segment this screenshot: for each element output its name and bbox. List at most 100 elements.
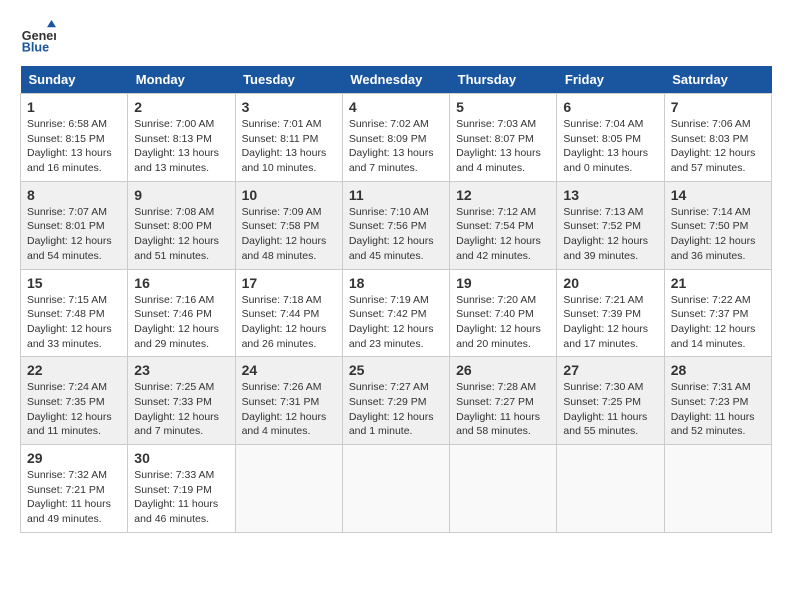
day-cell-17: 17Sunrise: 7:18 AMSunset: 7:44 PMDayligh… [235,269,342,357]
day-number: 2 [134,99,228,115]
day-number: 14 [671,187,765,203]
day-number: 1 [27,99,121,115]
day-info: Sunrise: 7:30 AMSunset: 7:25 PMDaylight:… [563,380,657,439]
day-cell-22: 22Sunrise: 7:24 AMSunset: 7:35 PMDayligh… [21,357,128,445]
day-cell-21: 21 Sunrise: 7:22 AMSunset: 7:37 PMDayligh… [664,269,771,357]
calendar-week-3: 15 Sunrise: 7:15 AMSunset: 7:48 PMDayligh… [21,269,772,357]
day-number: 5 [456,99,550,115]
day-info: Sunrise: 7:09 AMSunset: 7:58 PMDaylight:… [242,205,336,264]
logo-icon: General Blue [20,20,56,56]
empty-cell [450,445,557,533]
day-cell-16: 16 Sunrise: 7:16 AMSunset: 7:46 PMDayligh… [128,269,235,357]
empty-cell [342,445,449,533]
day-info: Sunrise: 7:32 AMSunset: 7:21 PMDaylight:… [27,468,121,527]
day-number: 11 [349,187,443,203]
page-header: General Blue [20,20,772,56]
day-cell-23: 23 Sunrise: 7:25 AMSunset: 7:33 PMDayligh… [128,357,235,445]
day-cell-7: 7 Sunrise: 7:06 AMSunset: 8:03 PMDaylight… [664,94,771,182]
day-info: Sunrise: 7:26 AMSunset: 7:31 PMDaylight:… [242,380,336,439]
day-number: 3 [242,99,336,115]
day-cell-28: 28 Sunrise: 7:31 AMSunset: 7:23 PMDayligh… [664,357,771,445]
day-number: 22 [27,362,121,378]
weekday-tuesday: Tuesday [235,66,342,94]
calendar-body: 1 Sunrise: 6:58 AMSunset: 8:15 PMDaylight… [21,94,772,533]
day-number: 20 [563,275,657,291]
day-cell-1: 1 Sunrise: 6:58 AMSunset: 8:15 PMDaylight… [21,94,128,182]
day-cell-11: 11 Sunrise: 7:10 AMSunset: 7:56 PMDayligh… [342,181,449,269]
day-number: 30 [134,450,228,466]
day-info: Sunrise: 7:31 AMSunset: 7:23 PMDaylight:… [671,380,765,439]
day-info: Sunrise: 7:18 AMSunset: 7:44 PMDaylight:… [242,293,336,352]
day-cell-6: 6Sunrise: 7:04 AMSunset: 8:05 PMDaylight… [557,94,664,182]
day-info: Sunrise: 7:33 AMSunset: 7:19 PMDaylight:… [134,468,228,527]
day-number: 15 [27,275,121,291]
svg-text:Blue: Blue [22,41,49,55]
day-cell-13: 13 Sunrise: 7:13 AMSunset: 7:52 PMDayligh… [557,181,664,269]
day-number: 16 [134,275,228,291]
weekday-wednesday: Wednesday [342,66,449,94]
empty-cell [557,445,664,533]
day-number: 12 [456,187,550,203]
weekday-header-row: SundayMondayTuesdayWednesdayThursdayFrid… [21,66,772,94]
day-info: Sunrise: 6:58 AMSunset: 8:15 PMDaylight:… [27,117,121,176]
day-info: Sunrise: 7:07 AMSunset: 8:01 PMDaylight:… [27,205,121,264]
day-info: Sunrise: 7:14 AMSunset: 7:50 PMDaylight:… [671,205,765,264]
logo: General Blue [20,20,60,56]
day-number: 28 [671,362,765,378]
day-info: Sunrise: 7:03 AMSunset: 8:07 PMDaylight:… [456,117,550,176]
day-cell-14: 14 Sunrise: 7:14 AMSunset: 7:50 PMDayligh… [664,181,771,269]
day-cell-20: 20 Sunrise: 7:21 AMSunset: 7:39 PMDayligh… [557,269,664,357]
weekday-monday: Monday [128,66,235,94]
day-number: 23 [134,362,228,378]
weekday-thursday: Thursday [450,66,557,94]
day-cell-18: 18 Sunrise: 7:19 AMSunset: 7:42 PMDayligh… [342,269,449,357]
day-number: 8 [27,187,121,203]
weekday-sunday: Sunday [21,66,128,94]
day-cell-5: 5 Sunrise: 7:03 AMSunset: 8:07 PMDaylight… [450,94,557,182]
day-cell-12: 12 Sunrise: 7:12 AMSunset: 7:54 PMDayligh… [450,181,557,269]
day-info: Sunrise: 7:06 AMSunset: 8:03 PMDaylight:… [671,117,765,176]
day-number: 21 [671,275,765,291]
day-info: Sunrise: 7:00 AMSunset: 8:13 PMDaylight:… [134,117,228,176]
day-number: 9 [134,187,228,203]
day-info: Sunrise: 7:19 AMSunset: 7:42 PMDaylight:… [349,293,443,352]
calendar-week-1: 1 Sunrise: 6:58 AMSunset: 8:15 PMDaylight… [21,94,772,182]
day-cell-9: 9 Sunrise: 7:08 AMSunset: 8:00 PMDaylight… [128,181,235,269]
day-number: 4 [349,99,443,115]
day-info: Sunrise: 7:10 AMSunset: 7:56 PMDaylight:… [349,205,443,264]
day-info: Sunrise: 7:12 AMSunset: 7:54 PMDaylight:… [456,205,550,264]
day-info: Sunrise: 7:15 AMSunset: 7:48 PMDaylight:… [27,293,121,352]
day-number: 18 [349,275,443,291]
day-info: Sunrise: 7:28 AMSunset: 7:27 PMDaylight:… [456,380,550,439]
empty-cell [664,445,771,533]
day-info: Sunrise: 7:01 AMSunset: 8:11 PMDaylight:… [242,117,336,176]
day-cell-29: 29 Sunrise: 7:32 AMSunset: 7:21 PMDayligh… [21,445,128,533]
day-info: Sunrise: 7:08 AMSunset: 8:00 PMDaylight:… [134,205,228,264]
day-info: Sunrise: 7:22 AMSunset: 7:37 PMDaylight:… [671,293,765,352]
day-number: 7 [671,99,765,115]
day-info: Sunrise: 7:25 AMSunset: 7:33 PMDaylight:… [134,380,228,439]
day-info: Sunrise: 7:13 AMSunset: 7:52 PMDaylight:… [563,205,657,264]
day-cell-4: 4Sunrise: 7:02 AMSunset: 8:09 PMDaylight… [342,94,449,182]
calendar-week-2: 8 Sunrise: 7:07 AMSunset: 8:01 PMDaylight… [21,181,772,269]
day-number: 6 [563,99,657,115]
calendar-week-4: 22Sunrise: 7:24 AMSunset: 7:35 PMDayligh… [21,357,772,445]
calendar-week-5: 29 Sunrise: 7:32 AMSunset: 7:21 PMDayligh… [21,445,772,533]
day-info: Sunrise: 7:21 AMSunset: 7:39 PMDaylight:… [563,293,657,352]
day-cell-3: 3 Sunrise: 7:01 AMSunset: 8:11 PMDaylight… [235,94,342,182]
calendar-table: SundayMondayTuesdayWednesdayThursdayFrid… [20,66,772,533]
day-number: 10 [242,187,336,203]
day-number: 29 [27,450,121,466]
day-cell-26: 26Sunrise: 7:28 AMSunset: 7:27 PMDayligh… [450,357,557,445]
day-cell-25: 25Sunrise: 7:27 AMSunset: 7:29 PMDayligh… [342,357,449,445]
weekday-saturday: Saturday [664,66,771,94]
day-number: 27 [563,362,657,378]
day-number: 25 [349,362,443,378]
weekday-friday: Friday [557,66,664,94]
day-cell-2: 2 Sunrise: 7:00 AMSunset: 8:13 PMDaylight… [128,94,235,182]
day-cell-30: 30 Sunrise: 7:33 AMSunset: 7:19 PMDayligh… [128,445,235,533]
day-number: 13 [563,187,657,203]
empty-cell [235,445,342,533]
day-cell-27: 27 Sunrise: 7:30 AMSunset: 7:25 PMDayligh… [557,357,664,445]
day-info: Sunrise: 7:16 AMSunset: 7:46 PMDaylight:… [134,293,228,352]
